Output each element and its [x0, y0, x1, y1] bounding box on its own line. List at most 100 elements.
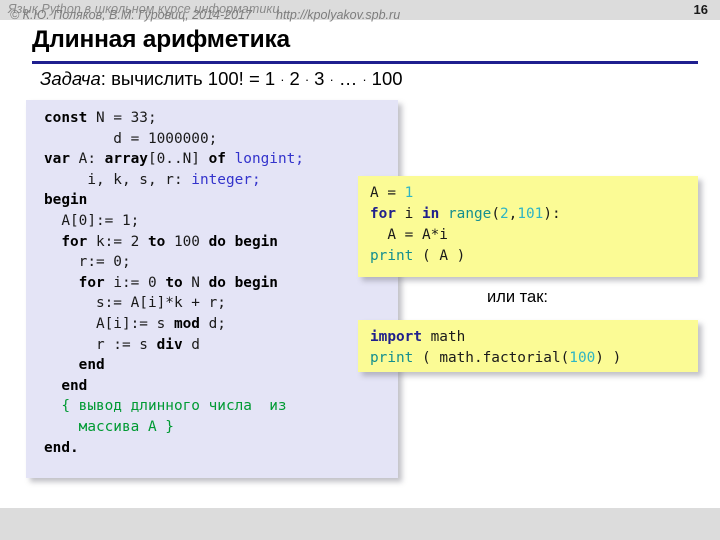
code-line: print ( A )	[370, 246, 561, 267]
code-token: ) )	[595, 350, 622, 366]
code-line: массива A }	[44, 417, 304, 438]
code-token: d	[182, 336, 200, 353]
code-token: A:	[70, 151, 105, 168]
code-line: r := s div d	[44, 335, 304, 356]
code-token: ( A )	[413, 248, 466, 264]
code-token: in	[422, 206, 440, 222]
code-token: math	[421, 329, 466, 345]
code-token: d = 1000000;	[44, 130, 218, 147]
footer-copyright: © К.Ю. Поляков, В.М. Гуровиц, 2014-2017	[10, 8, 252, 22]
python-code-panel-math: import math print ( math.factorial(100) )	[358, 320, 698, 372]
pascal-code-text: const N = 33; d = 1000000; var A: array[0…	[44, 108, 304, 458]
code-token: longint;	[234, 151, 304, 168]
code-token: массива A }	[44, 418, 174, 435]
footer-band	[0, 508, 720, 540]
mul-dot-1: ·	[280, 72, 285, 87]
code-token: i, k, s, r:	[44, 171, 192, 188]
code-token: d;	[199, 315, 226, 332]
code-token: i	[396, 206, 422, 222]
code-token: A[i]:= s	[44, 315, 174, 332]
code-token: r := s	[44, 336, 157, 353]
code-token: to	[147, 233, 166, 250]
code-token: import	[370, 329, 422, 345]
code-token: 2	[500, 206, 509, 222]
code-token: N = 33;	[87, 110, 157, 126]
code-line: var A: array[0..N] of longint;	[44, 149, 304, 170]
code-token: i:= 0	[104, 274, 166, 291]
code-token: { вывод длинного числа из	[44, 398, 287, 415]
mul-dot-4: ·	[362, 72, 367, 87]
footer-url[interactable]: http://kpolyakov.spb.ru	[276, 8, 400, 22]
code-line: d = 1000000;	[44, 129, 304, 150]
code-line: end	[44, 355, 304, 376]
code-token: for	[370, 206, 396, 222]
code-token: print	[370, 350, 414, 366]
code-token: array	[104, 151, 148, 168]
code-token: ( math.factorial(	[413, 350, 570, 366]
task-subtitle: Задача: вычислить 100! = 1 · 2 · 3 · … · 100	[40, 68, 403, 90]
code-line: A = 1	[370, 183, 561, 204]
code-line: for i in range(2,101):	[370, 204, 561, 225]
code-line: r:= 0;	[44, 252, 304, 273]
code-line: for k:= 2 to 100 do begin	[44, 232, 304, 253]
code-line: { вывод длинного числа из	[44, 396, 304, 417]
code-token: k:= 2	[87, 233, 148, 250]
code-line: const N = 33;	[44, 108, 304, 129]
code-line: end	[44, 376, 304, 397]
code-token: 100	[165, 233, 209, 250]
code-token: end	[78, 357, 105, 374]
code-token: integer;	[191, 171, 261, 188]
factor-3: 3	[314, 68, 325, 89]
code-line: i, k, s, r: integer;	[44, 170, 304, 191]
code-token: range	[448, 206, 492, 222]
python-code-panel-loop: A = 1 for i in range(2,101): A = A*i print…	[358, 176, 698, 277]
code-token: of	[208, 151, 226, 168]
code-token: mod	[173, 315, 200, 332]
code-token: to	[165, 274, 183, 291]
factor-100: 100	[371, 68, 403, 89]
code-line: A[0]:= 1;	[44, 211, 304, 232]
code-token: 101	[517, 206, 544, 222]
code-token: do begin	[208, 274, 278, 291]
code-token: 1	[404, 185, 414, 201]
code-token: s:= A[i]*k + r;	[44, 295, 226, 312]
task-label: Задача	[40, 68, 101, 89]
code-token: A = A*i	[370, 227, 448, 243]
code-token: A[0]:= 1;	[44, 212, 140, 229]
code-line: print ( math.factorial(100) )	[370, 348, 621, 369]
code-line: for i:= 0 to N do begin	[44, 273, 304, 294]
page-number: 16	[693, 2, 708, 17]
alternative-note: или так:	[487, 288, 548, 306]
code-token: do begin	[208, 233, 278, 250]
pascal-code-panel: const N = 33; d = 1000000; var A: array[0…	[26, 100, 398, 478]
code-token: for	[78, 274, 105, 291]
task-colon: :	[100, 68, 112, 89]
code-line: import math	[370, 327, 621, 348]
code-token: div	[156, 336, 183, 353]
code-token: N	[182, 274, 209, 291]
code-token: ):	[543, 206, 561, 222]
task-expression-start: вычислить 100! = 1	[111, 68, 276, 89]
code-line: s:= A[i]*k + r;	[44, 293, 304, 314]
code-token: A =	[370, 185, 405, 201]
code-token: print	[370, 248, 414, 264]
code-token: end.	[44, 439, 79, 456]
mul-dot-3: ·	[329, 72, 334, 87]
code-token: (	[491, 206, 500, 222]
mul-dot-2: ·	[304, 72, 310, 87]
code-token: [0..N]	[147, 151, 209, 168]
code-token: r:= 0;	[44, 254, 131, 271]
factor-2: 2	[289, 68, 300, 89]
ellipsis: …	[338, 68, 358, 89]
code-token: end	[61, 377, 88, 394]
code-line: A = A*i	[370, 225, 561, 246]
code-token: var	[44, 151, 70, 168]
code-token: 100	[569, 350, 596, 366]
code-token: for	[61, 233, 88, 250]
